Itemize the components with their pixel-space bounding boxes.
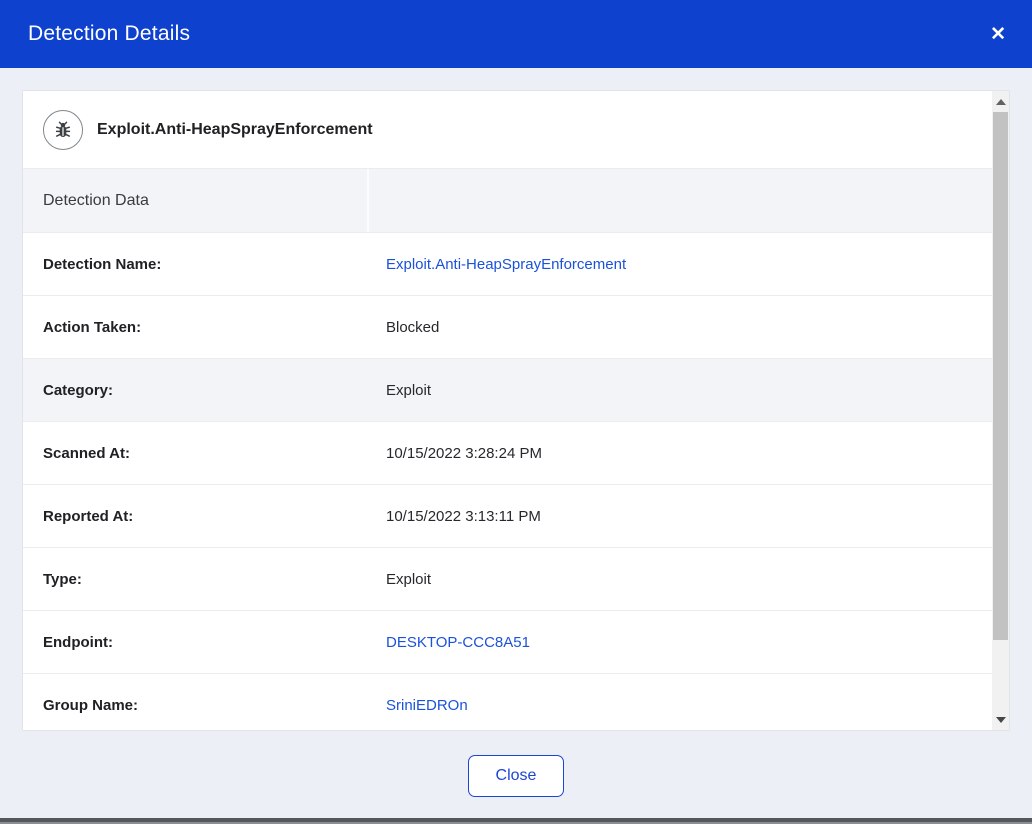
- row-label: Group Name:: [23, 697, 369, 714]
- table-row: Category: Exploit: [23, 359, 992, 422]
- modal-title: Detection Details: [28, 22, 190, 46]
- row-label: Action Taken:: [23, 319, 369, 336]
- section-header-empty-cell: [369, 169, 992, 232]
- row-value: 10/15/2022 3:28:24 PM: [369, 445, 542, 462]
- section-header-row: Detection Data: [23, 169, 992, 233]
- vertical-scrollbar[interactable]: [992, 91, 1009, 730]
- bug-icon: [43, 110, 83, 150]
- detection-table-body: Detection Name: Exploit.Anti-HeapSprayEn…: [23, 233, 992, 730]
- row-value-link[interactable]: SriniEDROn: [369, 697, 468, 714]
- row-label: Category:: [23, 382, 369, 399]
- row-label: Endpoint:: [23, 634, 369, 651]
- table-row: Scanned At: 10/15/2022 3:28:24 PM: [23, 422, 992, 485]
- table-row: Reported At: 10/15/2022 3:13:11 PM: [23, 485, 992, 548]
- table-row: Type: Exploit: [23, 548, 992, 611]
- threat-name: Exploit.Anti-HeapSprayEnforcement: [97, 121, 373, 139]
- detection-scroll-area: Exploit.Anti-HeapSprayEnforcement Detect…: [23, 91, 992, 730]
- row-value: Blocked: [369, 319, 439, 336]
- scroll-up-arrow-icon[interactable]: [992, 93, 1009, 110]
- scroll-down-arrow-icon[interactable]: [992, 711, 1009, 728]
- table-row: Group Name: SriniEDROn: [23, 674, 992, 730]
- row-label: Detection Name:: [23, 256, 369, 273]
- table-row: Endpoint: DESKTOP-CCC8A51: [23, 611, 992, 674]
- modal-body: Exploit.Anti-HeapSprayEnforcement Detect…: [0, 68, 1032, 824]
- row-value-link[interactable]: Exploit.Anti-HeapSprayEnforcement: [369, 256, 626, 273]
- table-row: Action Taken: Blocked: [23, 296, 992, 359]
- threat-title-row: Exploit.Anti-HeapSprayEnforcement: [23, 91, 992, 169]
- row-value: 10/15/2022 3:13:11 PM: [369, 508, 541, 525]
- row-value: Exploit: [369, 571, 431, 588]
- close-button[interactable]: Close: [468, 755, 564, 797]
- section-header-label: Detection Data: [23, 169, 369, 232]
- modal-footer: Close: [0, 731, 1032, 797]
- scrollbar-thumb[interactable]: [993, 112, 1008, 640]
- detection-details-modal: Detection Details ✕: [0, 0, 1032, 824]
- detection-card: Exploit.Anti-HeapSprayEnforcement Detect…: [22, 90, 1010, 731]
- table-row: Detection Name: Exploit.Anti-HeapSprayEn…: [23, 233, 992, 296]
- row-value-link[interactable]: DESKTOP-CCC8A51: [369, 634, 530, 651]
- close-icon[interactable]: ✕: [986, 21, 1010, 48]
- row-value: Exploit: [369, 382, 431, 399]
- row-label: Type:: [23, 571, 369, 588]
- row-label: Reported At:: [23, 508, 369, 525]
- row-label: Scanned At:: [23, 445, 369, 462]
- modal-header: Detection Details ✕: [0, 0, 1032, 68]
